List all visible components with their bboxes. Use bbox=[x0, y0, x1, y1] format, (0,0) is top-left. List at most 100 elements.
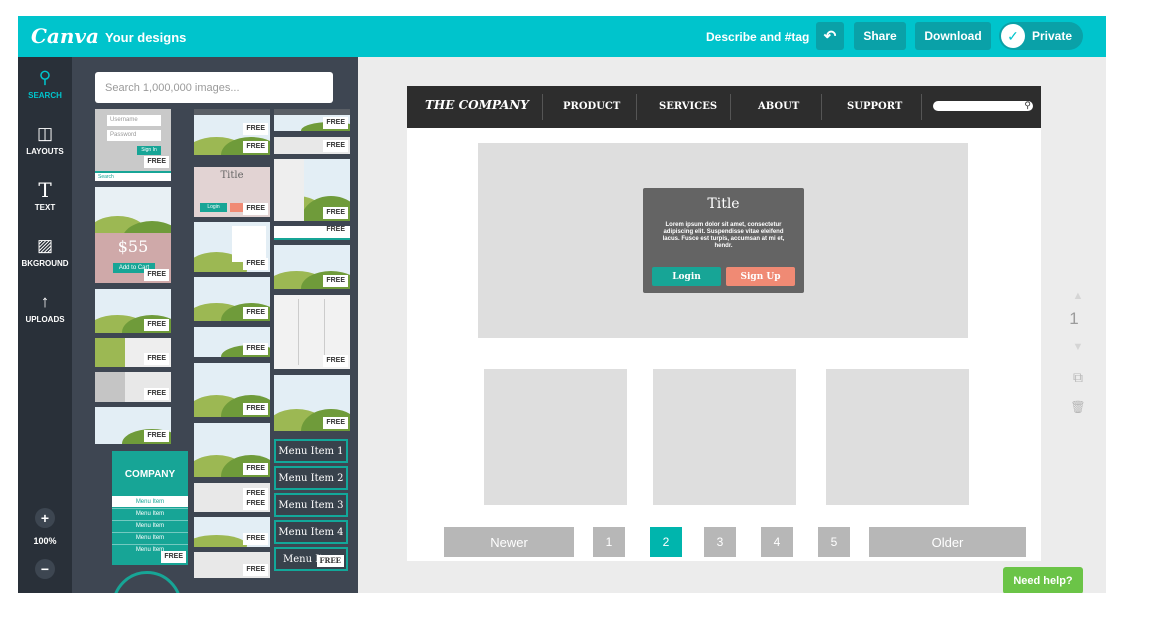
template-thumbnail-header[interactable]: FREE FREE bbox=[194, 109, 270, 155]
download-button[interactable]: Download bbox=[915, 22, 991, 50]
design-nav-bar[interactable]: THE COMPANY PRODUCT SERVICES ABOUT SUPPO… bbox=[407, 86, 1041, 128]
undo-button[interactable]: ↶ bbox=[816, 22, 844, 50]
zoom-in-button[interactable]: + bbox=[35, 508, 55, 528]
your-designs-link[interactable]: Your designs bbox=[105, 30, 186, 45]
rail-item-text[interactable]: T TEXT bbox=[18, 169, 72, 223]
template-thumbnail-landscape-6[interactable]: FREE bbox=[274, 375, 350, 431]
nav-link-services[interactable]: SERVICES bbox=[659, 101, 717, 112]
login-modal[interactable]: Title Lorem ipsum dolor sit amet, consec… bbox=[643, 188, 804, 293]
need-help-button[interactable]: Need help? bbox=[1003, 567, 1083, 593]
menu-item-tile[interactable]: Menu Item 4 bbox=[274, 520, 348, 544]
rail-item-uploads[interactable]: ↑ UPLOADS bbox=[18, 281, 72, 335]
free-badge: FREE bbox=[243, 498, 268, 510]
template-thumbnail-gallery[interactable]: FREE bbox=[95, 407, 171, 444]
zoom-out-button[interactable]: − bbox=[35, 559, 55, 579]
signup-button[interactable]: Sign Up bbox=[726, 267, 795, 286]
template-thumbnail-login[interactable]: Username Password Sign In Search FREE bbox=[95, 109, 171, 181]
rail-item-search[interactable]: ⚲ SEARCH bbox=[18, 57, 72, 111]
free-badge: FREE bbox=[144, 319, 169, 331]
image-placeholder-2[interactable] bbox=[653, 369, 796, 505]
thumb-menu-item: Menu Item bbox=[112, 508, 188, 519]
free-badge: FREE bbox=[243, 258, 268, 270]
rail-item-layouts[interactable]: ◫ LAYOUTS bbox=[18, 113, 72, 167]
free-badge: FREE bbox=[144, 430, 169, 442]
thumb-company-title: COMPANY bbox=[124, 469, 176, 480]
template-thumbnail-banner[interactable]: FREE bbox=[194, 517, 270, 547]
template-thumbnail-landscape-3[interactable]: FREE bbox=[194, 363, 270, 417]
page-down-icon[interactable]: ▼ bbox=[1070, 341, 1086, 353]
free-badge: FREE bbox=[243, 141, 268, 153]
thumb-login-button: Login bbox=[200, 203, 227, 212]
free-badge: FREE bbox=[243, 564, 268, 576]
free-badge: FREE bbox=[144, 269, 169, 281]
thumb-search-bar: Search bbox=[95, 171, 171, 181]
describe-and-tag-link[interactable]: Describe and #tag bbox=[706, 30, 809, 44]
canva-logo[interactable]: Canva bbox=[31, 24, 99, 48]
rail-item-background[interactable]: ▨ BKGROUND bbox=[18, 225, 72, 279]
copy-page-icon[interactable]: ⧉ bbox=[1070, 369, 1086, 386]
template-thumbnail-columns[interactable]: FREE bbox=[274, 295, 350, 369]
privacy-toggle[interactable]: ✓ Private bbox=[999, 22, 1083, 50]
template-thumbnail-sidebar[interactable]: FREE bbox=[274, 159, 350, 221]
template-thumbnail-landscape-2[interactable]: FREE bbox=[194, 277, 270, 321]
layouts-panel: Username Password Sign In Search FREE $5… bbox=[72, 57, 358, 593]
template-thumbnail-grid[interactable]: FREE bbox=[194, 327, 270, 357]
template-thumbnail-text-image[interactable]: FREE bbox=[194, 222, 270, 272]
free-badge: FREE bbox=[316, 555, 344, 567]
template-thumbnail-landscape-4[interactable]: FREE bbox=[194, 423, 270, 477]
template-thumbnail-article[interactable]: FREE bbox=[95, 338, 171, 367]
rail-label: TEXT bbox=[34, 203, 56, 212]
page-button-1[interactable]: 1 bbox=[593, 527, 625, 557]
thumb-price: $55 bbox=[117, 237, 149, 256]
image-placeholder-1[interactable] bbox=[484, 369, 627, 505]
older-button[interactable]: Older bbox=[869, 527, 1026, 557]
rail-label: LAYOUTS bbox=[26, 147, 64, 156]
background-pattern-icon: ▨ bbox=[36, 236, 54, 255]
menu-item-tile[interactable]: Menu Item 1 bbox=[274, 439, 348, 463]
thumb-title: Title bbox=[220, 170, 244, 181]
image-placeholder-3[interactable] bbox=[826, 369, 969, 505]
undo-icon: ↶ bbox=[823, 28, 837, 45]
menu-item-tile[interactable]: Menu Item 2 bbox=[274, 466, 348, 490]
left-tool-rail: ⚲ SEARCH ◫ LAYOUTS T TEXT ▨ BKGROUND ↑ U… bbox=[18, 57, 72, 593]
newer-button[interactable]: Newer bbox=[444, 527, 574, 557]
page-number: 1 bbox=[1069, 309, 1079, 328]
design-brand[interactable]: THE COMPANY bbox=[425, 98, 529, 112]
template-thumbnail-content[interactable]: FREE FREE bbox=[194, 483, 270, 512]
modal-body-text[interactable]: Lorem ipsum dolor sit amet, consectetur … bbox=[655, 222, 792, 250]
free-badge: FREE bbox=[144, 156, 169, 168]
search-icon: ⚲ bbox=[1024, 100, 1031, 110]
free-badge: FREE bbox=[243, 307, 268, 319]
template-thumbnail-nav[interactable]: FREE bbox=[274, 137, 350, 154]
template-thumbnail-landscape[interactable]: FREE bbox=[95, 289, 171, 333]
hero-image-placeholder[interactable]: Title Lorem ipsum dolor sit amet, consec… bbox=[478, 143, 968, 338]
template-thumbnail-footer[interactable]: FREE bbox=[194, 552, 270, 578]
share-button[interactable]: Share bbox=[854, 22, 906, 50]
menu-item-tile[interactable]: Menu Item 3 bbox=[274, 493, 348, 517]
template-thumbnail-product[interactable]: $55 Add to Cart FREE bbox=[95, 187, 171, 283]
template-thumbnail-strip[interactable]: FREE bbox=[274, 109, 350, 131]
page-button-3[interactable]: 3 bbox=[704, 527, 736, 557]
page-button-2[interactable]: 2 bbox=[650, 527, 682, 557]
text-icon: T bbox=[38, 178, 52, 202]
template-thumbnail-landscape-5[interactable]: FREE bbox=[274, 245, 350, 289]
design-search-field[interactable]: ⚲ bbox=[933, 100, 1033, 111]
trash-icon[interactable]: 🗑 bbox=[1070, 400, 1086, 414]
template-thumbnail-search[interactable]: FREE bbox=[274, 226, 350, 240]
design-page[interactable]: THE COMPANY PRODUCT SERVICES ABOUT SUPPO… bbox=[407, 86, 1041, 561]
template-thumbnail-company[interactable]: COMPANY Menu Item Menu Item Menu Item Me… bbox=[112, 451, 188, 565]
page-up-icon[interactable]: ▲ bbox=[1070, 290, 1086, 302]
rail-label: BKGROUND bbox=[21, 259, 69, 268]
image-search-input[interactable] bbox=[95, 72, 333, 103]
design-canvas-area: THE COMPANY PRODUCT SERVICES ABOUT SUPPO… bbox=[358, 57, 1106, 593]
page-button-4[interactable]: 4 bbox=[761, 527, 793, 557]
template-thumbnail-title-login[interactable]: Title Login FREE bbox=[194, 167, 270, 217]
modal-title[interactable]: Title bbox=[643, 196, 804, 212]
nav-link-product[interactable]: PRODUCT bbox=[563, 101, 620, 112]
menu-item-tile[interactable]: Menu It FREE bbox=[274, 547, 348, 571]
login-button[interactable]: Login bbox=[652, 267, 721, 286]
template-thumbnail-blog[interactable]: FREE bbox=[95, 372, 171, 402]
page-button-5[interactable]: 5 bbox=[818, 527, 850, 557]
nav-link-support[interactable]: SUPPORT bbox=[847, 101, 902, 112]
nav-link-about[interactable]: ABOUT bbox=[758, 101, 799, 112]
